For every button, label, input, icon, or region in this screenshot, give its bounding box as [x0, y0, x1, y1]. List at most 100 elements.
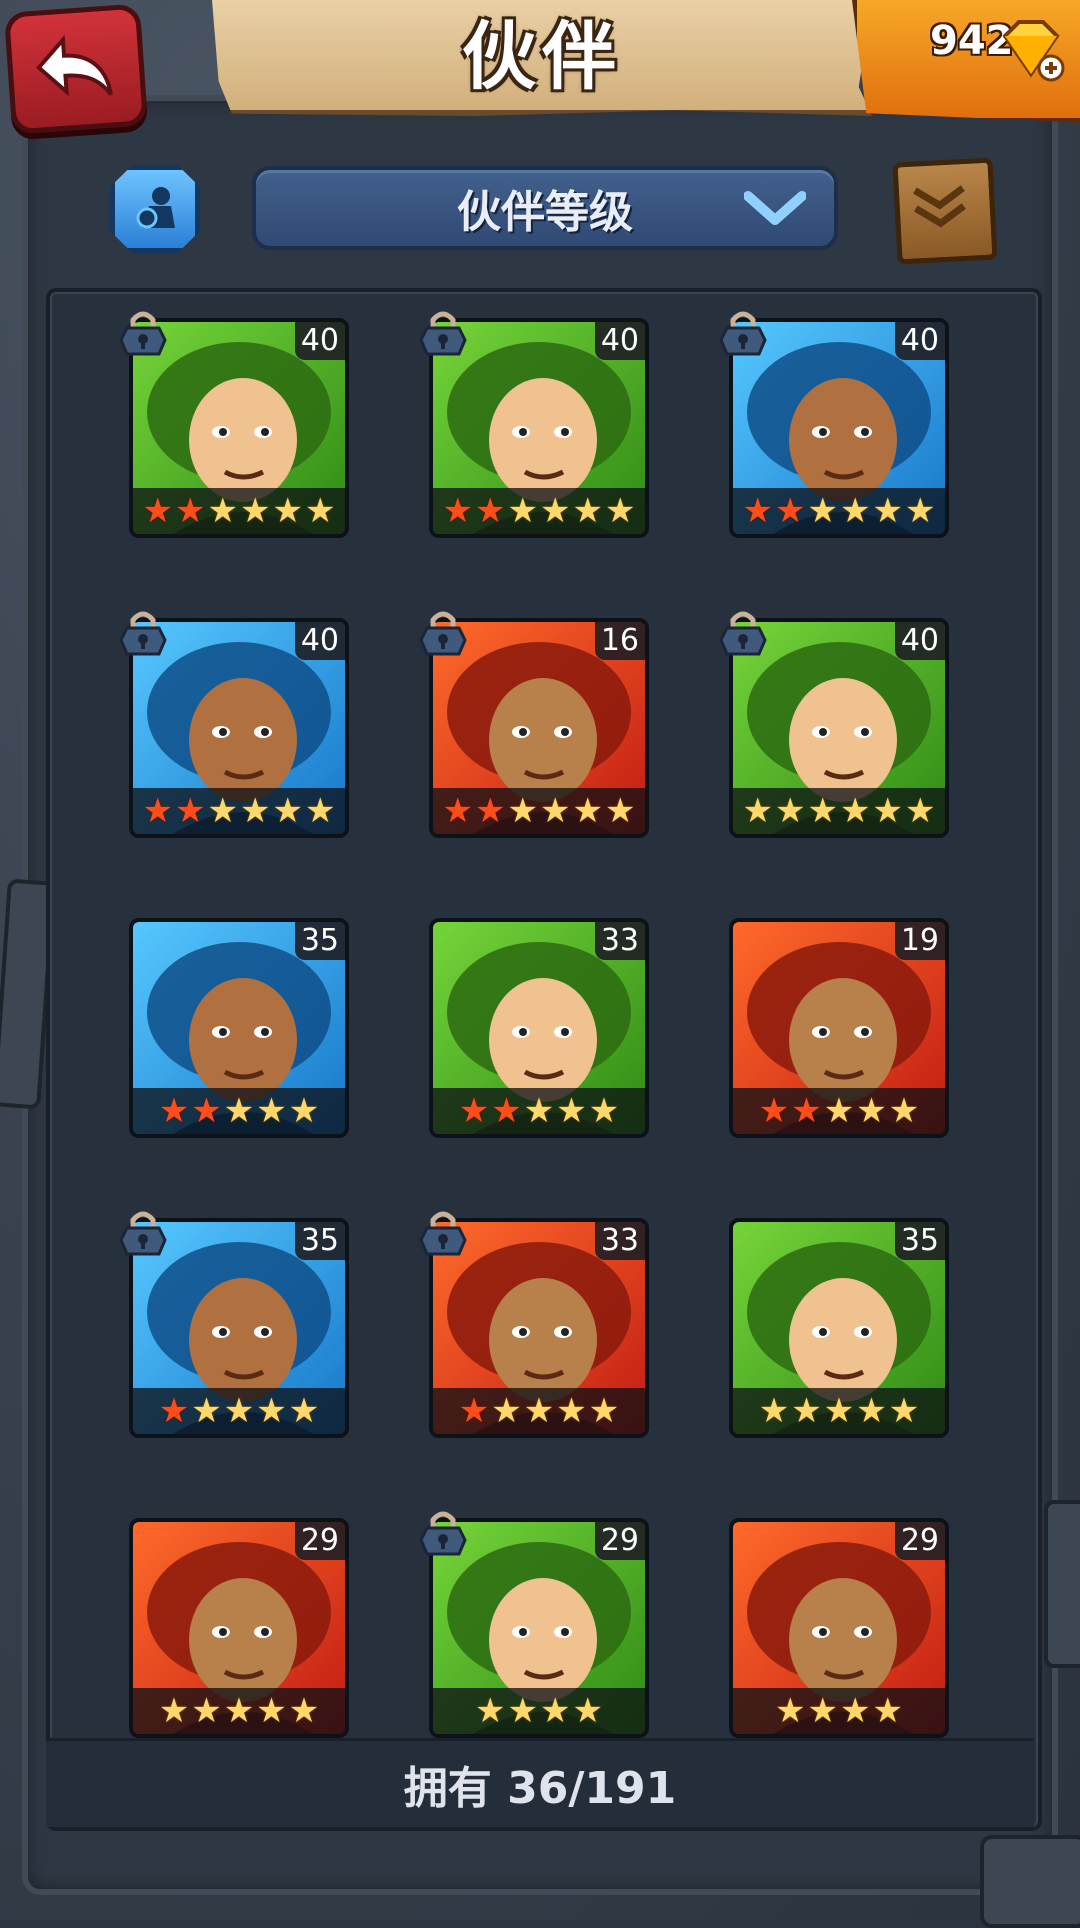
star-icon: ★	[458, 1391, 490, 1431]
level-badge: 40	[894, 622, 945, 660]
star-icon: ★	[191, 1391, 222, 1431]
companion-card[interactable]: 33 ★ ★ ★ ★ ★	[429, 918, 649, 1138]
lock-icon	[719, 311, 767, 356]
star-rating: ★ ★ ★ ★	[733, 1688, 945, 1734]
star-icon: ★	[840, 1691, 871, 1731]
star-icon: ★	[572, 1691, 603, 1731]
star-icon: ★	[556, 1391, 587, 1431]
star-icon: ★	[223, 1091, 255, 1131]
star-rating: ★ ★ ★ ★ ★	[433, 1088, 645, 1134]
star-icon: ★	[491, 1091, 522, 1131]
star-icon: ★	[272, 791, 303, 831]
star-icon: ★	[507, 791, 538, 831]
star-icon: ★	[442, 791, 474, 831]
star-icon: ★	[742, 791, 774, 831]
star-icon: ★	[175, 791, 206, 831]
star-icon: ★	[823, 1391, 855, 1431]
star-icon: ★	[856, 1091, 887, 1131]
star-icon: ★	[604, 791, 636, 831]
companion-card[interactable]: 29 ★ ★ ★ ★ ★	[129, 1518, 349, 1738]
page-title: 伙伴	[462, 13, 622, 100]
star-icon: ★	[158, 1391, 190, 1431]
star-icon: ★	[223, 1391, 255, 1431]
star-icon: ★	[223, 1691, 255, 1731]
star-icon: ★	[207, 491, 238, 531]
star-icon: ★	[288, 1091, 320, 1131]
star-icon: ★	[840, 791, 871, 831]
star-icon: ★	[175, 491, 206, 531]
companion-card[interactable]: 19 ★ ★ ★ ★ ★	[729, 918, 949, 1138]
star-icon: ★	[856, 1391, 887, 1431]
star-icon: ★	[572, 491, 603, 531]
star-rating: ★ ★ ★ ★ ★ ★	[433, 788, 645, 834]
star-icon: ★	[191, 1091, 222, 1131]
star-icon: ★	[288, 1691, 320, 1731]
lock-icon	[119, 311, 167, 356]
rock-decoration	[1044, 1500, 1080, 1668]
star-icon: ★	[272, 491, 303, 531]
star-icon: ★	[791, 1091, 822, 1131]
level-badge: 40	[894, 322, 945, 360]
star-icon: ★	[523, 1091, 555, 1131]
lock-icon	[719, 611, 767, 656]
star-rating: ★ ★ ★ ★ ★ ★	[733, 788, 945, 834]
diamond-add-icon[interactable]	[995, 18, 1067, 82]
star-icon: ★	[158, 1691, 190, 1731]
companion-silhouette-icon	[136, 187, 175, 229]
star-icon: ★	[240, 791, 271, 831]
star-icon: ★	[775, 491, 806, 531]
star-icon: ★	[491, 1391, 522, 1431]
star-icon: ★	[807, 791, 838, 831]
chevron-down-icon	[744, 191, 806, 225]
star-icon: ★	[442, 491, 474, 531]
level-badge: 29	[894, 1522, 945, 1560]
star-icon: ★	[475, 491, 506, 531]
star-icon: ★	[823, 1091, 855, 1131]
star-icon: ★	[775, 791, 806, 831]
owned-count: 拥有 36/191	[403, 1763, 677, 1814]
lock-icon	[119, 611, 167, 656]
star-rating: ★ ★ ★ ★ ★	[133, 1088, 345, 1134]
back-button[interactable]	[3, 3, 149, 135]
star-rating: ★ ★ ★ ★ ★	[133, 1388, 345, 1434]
star-icon: ★	[475, 1691, 506, 1731]
companion-card[interactable]: 35 ★ ★ ★ ★ ★	[129, 918, 349, 1138]
star-icon: ★	[758, 1391, 790, 1431]
star-icon: ★	[507, 491, 538, 531]
sort-dropdown[interactable]: 伙伴等级	[252, 166, 838, 250]
back-arrow-icon	[35, 34, 113, 97]
level-badge: 29	[294, 1522, 345, 1560]
level-badge: 33	[594, 922, 645, 960]
star-icon: ★	[540, 1691, 571, 1731]
companion-card[interactable]: 35 ★ ★ ★ ★ ★	[729, 1218, 949, 1438]
companion-filter-button[interactable]	[110, 165, 200, 253]
level-badge: 33	[594, 1222, 645, 1260]
companion-card[interactable]: 29 ★ ★ ★ ★	[729, 1518, 949, 1738]
star-rating: ★ ★ ★ ★ ★	[133, 1688, 345, 1734]
level-badge: 40	[594, 322, 645, 360]
lock-icon	[419, 1211, 467, 1256]
book-button[interactable]	[892, 157, 998, 265]
star-icon: ★	[158, 1091, 190, 1131]
star-icon: ★	[572, 791, 603, 831]
star-icon: ★	[775, 1691, 806, 1731]
star-icon: ★	[256, 1391, 287, 1431]
lock-icon	[419, 611, 467, 656]
owned-footer: 拥有 36/191	[46, 1738, 1034, 1827]
star-icon: ★	[872, 791, 903, 831]
star-rating: ★ ★ ★ ★ ★ ★	[133, 488, 345, 534]
star-icon: ★	[304, 491, 336, 531]
star-icon: ★	[523, 1391, 555, 1431]
star-icon: ★	[742, 491, 774, 531]
level-badge: 29	[594, 1522, 645, 1560]
star-icon: ★	[904, 491, 936, 531]
star-icon: ★	[207, 791, 238, 831]
star-icon: ★	[888, 1091, 920, 1131]
level-badge: 40	[294, 322, 345, 360]
rock-decoration	[980, 1835, 1080, 1928]
scroll-book-icon	[913, 185, 966, 228]
star-icon: ★	[288, 1391, 320, 1431]
star-icon: ★	[791, 1391, 822, 1431]
star-icon: ★	[507, 1691, 538, 1731]
star-rating: ★ ★ ★ ★ ★ ★	[133, 788, 345, 834]
